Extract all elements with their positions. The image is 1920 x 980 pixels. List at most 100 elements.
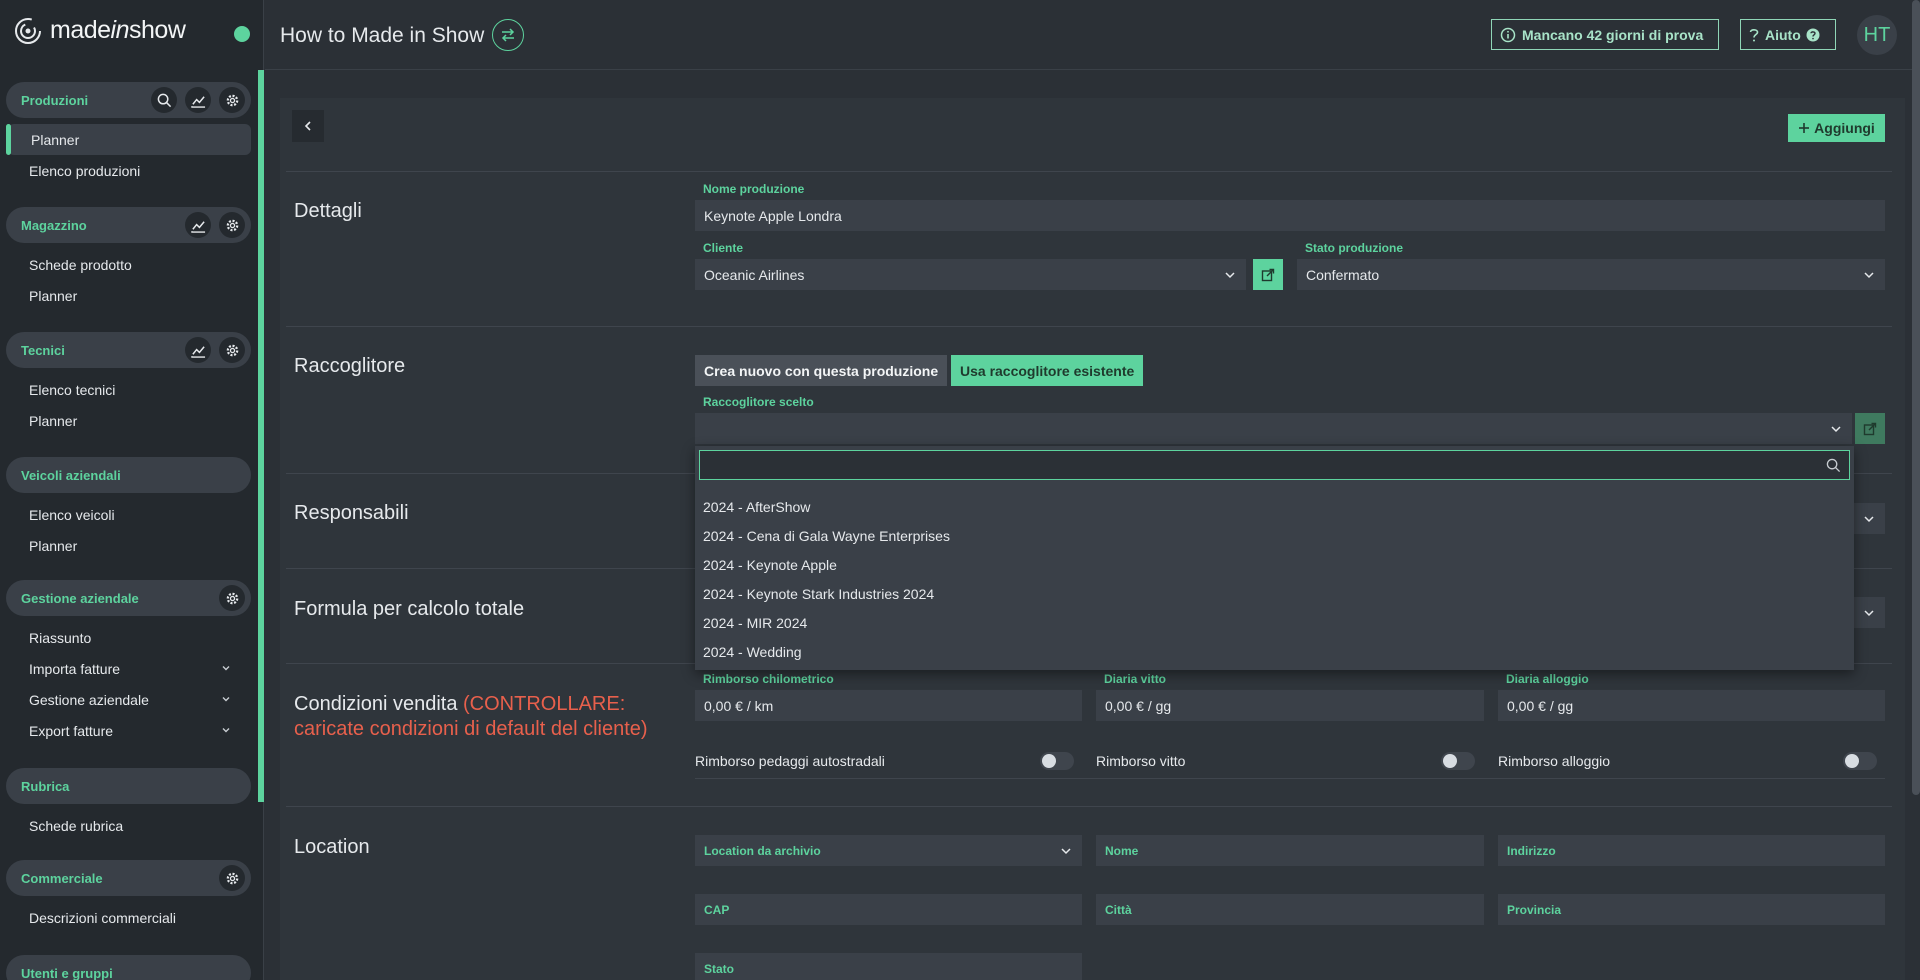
back-button[interactable] [292, 110, 324, 142]
sidebar-item-schede-rubrica[interactable]: Schede rubrica [6, 810, 251, 841]
search-icon[interactable] [151, 87, 177, 113]
help-button[interactable]: Aiuto [1740, 19, 1836, 50]
avatar[interactable]: HT [1857, 15, 1897, 55]
sidebar-item-export-fatture[interactable]: Export fatture [6, 715, 251, 746]
chevron-down-icon [222, 728, 230, 733]
sidebar-section-header[interactable]: Commerciale [6, 860, 251, 896]
chevron-down-icon [1831, 426, 1841, 433]
open-raccoglitore-button[interactable] [1855, 413, 1885, 444]
sidebar-item-gestione-aziendale[interactable]: Gestione aziendale [6, 684, 251, 715]
raccoglitore-search-input[interactable] [699, 450, 1850, 480]
location-citta-input[interactable]: Città [1096, 894, 1484, 925]
gear-icon[interactable] [219, 585, 245, 611]
section-title-condizioni-vendita: Condizioni vendita (CONTROLLARE: caricat… [294, 692, 648, 742]
gear-icon[interactable] [219, 212, 245, 238]
diaria-vitto-input[interactable]: 0,00 € / gg [1096, 690, 1484, 721]
raccoglitore-scelto-select[interactable] [695, 413, 1852, 444]
location-cap-label: CAP [704, 902, 730, 917]
sidebar-section-header[interactable]: Rubrica [6, 768, 251, 804]
sidebar-section-header[interactable]: Utenti e gruppi [6, 955, 251, 980]
sidebar-item-elenco-veicoli[interactable]: Elenco veicoli [6, 499, 251, 530]
chart-trend-icon[interactable] [185, 337, 211, 363]
sidebar-item-planner-tecnici[interactable]: Planner [6, 405, 251, 436]
chevron-down-icon [1061, 848, 1071, 855]
usa-raccoglitore-esistente-toggle[interactable]: Usa raccoglitore esistente [951, 355, 1144, 386]
rimborso-alloggio-label: Rimborso alloggio [1498, 753, 1611, 769]
section-divider [286, 171, 1892, 172]
chart-trend-icon[interactable] [185, 212, 211, 238]
dropdown-option[interactable]: 2024 - MIR 2024 [703, 615, 807, 631]
sidebar-section-produzioni: Produzioni Planner Elenco produzioni [6, 82, 251, 186]
switch-workspace-button[interactable] [492, 19, 524, 51]
sidebar-section-title: Veicoli aziendali [21, 467, 121, 483]
sidebar-item-elenco-produzioni[interactable]: Elenco produzioni [6, 155, 251, 186]
open-cliente-button[interactable] [1253, 259, 1283, 290]
add-button[interactable]: Aggiungi [1788, 114, 1885, 142]
sidebar-item-riassunto[interactable]: Riassunto [6, 622, 251, 653]
field-divider [695, 778, 1885, 779]
sidebar-item-descrizioni-commerciali[interactable]: Descrizioni commerciali [6, 902, 251, 933]
chevron-down-icon [1864, 272, 1874, 279]
responsabili-select[interactable] [1854, 503, 1885, 534]
sidebar-item-planner-magazzino[interactable]: Planner [6, 280, 251, 311]
cliente-select[interactable]: Oceanic Airlines [695, 259, 1246, 290]
chevron-down-icon [1864, 610, 1874, 617]
page-scrollbar[interactable] [1912, 0, 1920, 795]
dropdown-option[interactable]: 2024 - Cena di Gala Wayne Enterprises [703, 528, 950, 544]
question-icon [1749, 28, 1759, 41]
sidebar-section-header[interactable]: Magazzino [6, 207, 251, 243]
app-logo[interactable]: madeinshow [14, 16, 186, 45]
sidebar-item-schede-prodotto[interactable]: Schede prodotto [6, 249, 251, 280]
rimborso-vitto-toggle[interactable] [1441, 752, 1475, 770]
rimborso-chilometrico-input[interactable]: 0,00 € / km [695, 690, 1082, 721]
sidebar-item-planner-produzioni[interactable]: Planner [6, 124, 251, 155]
sidebar-section-rubrica: Rubrica Schede rubrica [6, 768, 251, 841]
info-icon [1500, 27, 1516, 42]
diaria-alloggio-input[interactable]: 0,00 € / gg [1498, 690, 1885, 721]
section-title-location: Location [294, 836, 370, 858]
gear-icon[interactable] [219, 865, 245, 891]
sidebar-section-header[interactable]: Tecnici [6, 332, 251, 368]
location-citta-label: Città [1105, 902, 1132, 917]
dropdown-option[interactable]: 2024 - Keynote Apple [703, 557, 837, 573]
sidebar-accent-strip [258, 70, 264, 802]
formula-select[interactable] [1854, 597, 1885, 628]
help-circle-icon [1806, 28, 1820, 41]
dropdown-option[interactable]: 2024 - AfterShow [703, 499, 810, 515]
trial-days-button[interactable]: Mancano 42 giorni di prova [1491, 19, 1719, 50]
location-cap-input[interactable]: CAP [695, 894, 1082, 925]
rimborso-pedaggi-toggle[interactable] [1040, 752, 1074, 770]
diaria-alloggio-value: 0,00 € / gg [1507, 697, 1574, 714]
location-stato-input[interactable]: Stato [695, 953, 1082, 980]
dropdown-option[interactable]: 2024 - Wedding [703, 644, 802, 660]
topbar: How to Made in Show Mancano 42 giorni di… [265, 0, 1920, 70]
sidebar-section-header[interactable]: Veicoli aziendali [6, 457, 251, 493]
condizioni-title-text: Condizioni vendita [294, 693, 458, 715]
gear-icon[interactable] [219, 87, 245, 113]
location-archivio-select[interactable]: Location da archivio [695, 835, 1082, 866]
location-indirizzo-input[interactable]: Indirizzo [1498, 835, 1885, 866]
location-provincia-input[interactable]: Provincia [1498, 894, 1885, 925]
external-link-icon [1261, 268, 1275, 281]
stato-produzione-select[interactable]: Confermato [1297, 259, 1885, 290]
sidebar-section-title: Produzioni [21, 92, 89, 108]
stato-produzione-label: Stato produzione [1305, 241, 1403, 255]
swap-arrows-icon [501, 28, 515, 42]
sidebar-item-elenco-tecnici[interactable]: Elenco tecnici [6, 374, 251, 405]
add-button-label: Aggiungi [1814, 120, 1875, 136]
sidebar-section-header[interactable]: Gestione aziendale [6, 580, 251, 616]
chevron-down-icon [222, 697, 230, 702]
sidebar-section-header[interactable]: Produzioni [6, 82, 251, 118]
gear-icon[interactable] [219, 337, 245, 363]
sidebar-section-title: Magazzino [21, 217, 87, 233]
nome-produzione-input[interactable]: Keynote Apple Londra [695, 200, 1885, 231]
chart-trend-icon[interactable] [185, 87, 211, 113]
sidebar-item-planner-veicoli[interactable]: Planner [6, 530, 251, 561]
dropdown-option[interactable]: 2024 - Keynote Stark Industries 2024 [703, 586, 934, 602]
location-nome-input[interactable]: Nome [1096, 835, 1484, 866]
crea-nuovo-raccoglitore-toggle[interactable]: Crea nuovo con questa produzione [695, 355, 948, 386]
logo-swirl-icon [15, 17, 41, 44]
sidebar-item-importa-fatture[interactable]: Importa fatture [6, 653, 251, 684]
rimborso-chilometrico-label: Rimborso chilometrico [703, 672, 834, 686]
rimborso-alloggio-toggle[interactable] [1843, 752, 1877, 770]
